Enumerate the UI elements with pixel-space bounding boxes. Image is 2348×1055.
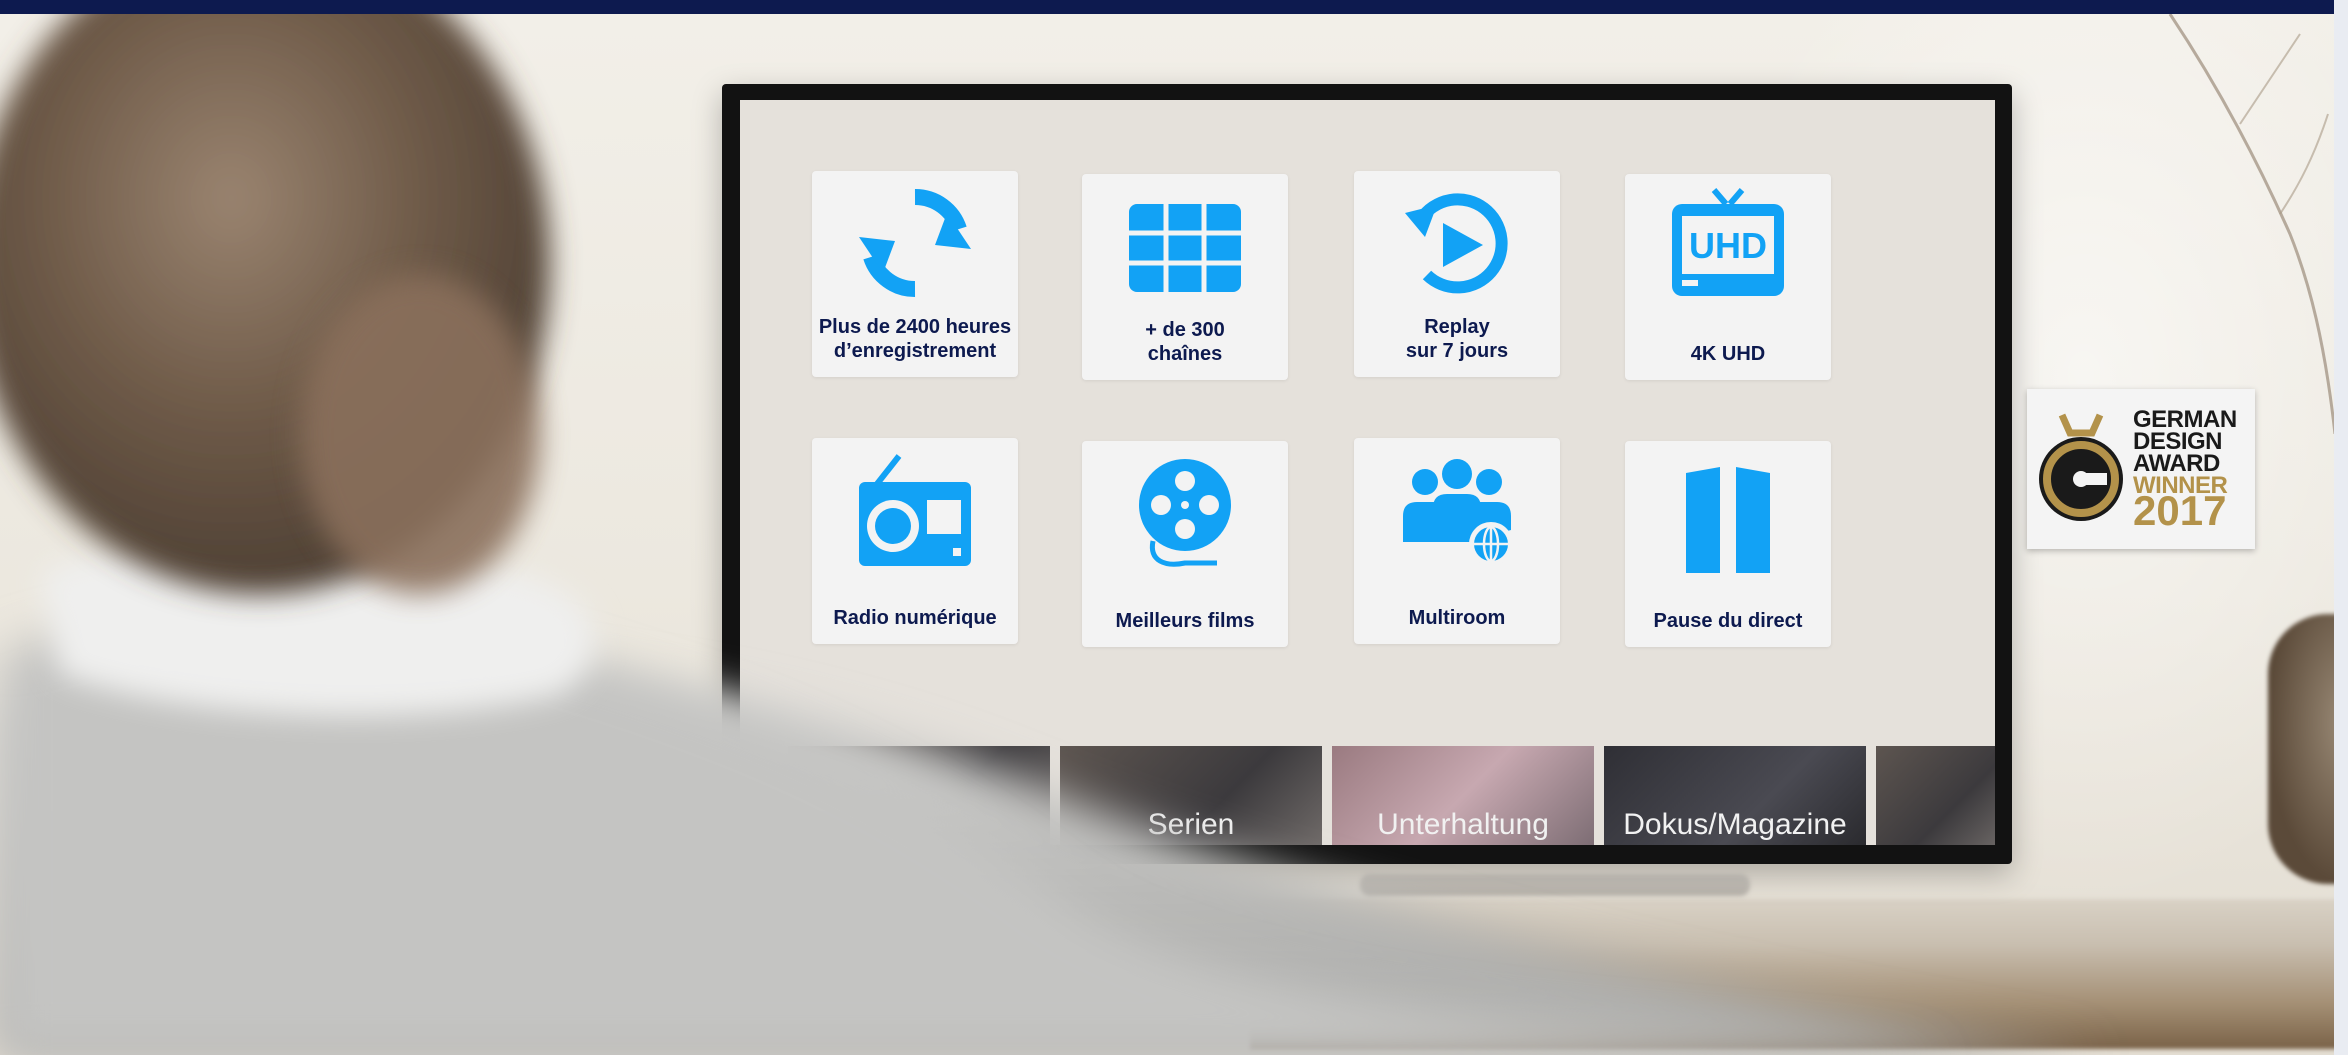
- feature-label: Meilleurs films: [1115, 610, 1255, 632]
- television: Plus de 2400 heures d’enregistrement + d…: [722, 84, 2012, 864]
- feature-tile-replay: Replay sur 7 jours: [1354, 171, 1560, 377]
- feature-tile-multiroom: Multiroom: [1354, 438, 1560, 644]
- german-design-award-badge: GERMAN DESIGN AWARD WINNER 2017: [2027, 389, 2255, 549]
- living-room-scene: Plus de 2400 heures d’enregistrement + d…: [0, 14, 2334, 1055]
- feature-tile-channels: + de 300 chaînes: [1082, 174, 1288, 380]
- category-thumb: [788, 746, 1050, 845]
- replay-play-icon: [1405, 193, 1508, 294]
- feature-tile-radio: Radio numérique: [812, 438, 1018, 644]
- feature-label: Multiroom: [1408, 607, 1506, 629]
- feature-tile-recording: Plus de 2400 heures d’enregistrement: [812, 171, 1018, 377]
- feature-tile-pause: Pause du direct: [1625, 441, 1831, 647]
- award-seal-icon: [2039, 413, 2123, 521]
- feature-label: Plus de 2400 heures d’enregistrement: [818, 316, 1012, 362]
- top-accent-bar: [0, 0, 2348, 14]
- award-year: 2017: [2133, 487, 2227, 534]
- feature-tile-movies: Meilleurs films: [1082, 441, 1288, 647]
- feature-tile-uhd: UHD 4K UHD: [1625, 174, 1831, 380]
- category-thumb: Dokus/Magazine: [1604, 746, 1866, 845]
- feature-label: Replay sur 7 jours: [1405, 316, 1509, 362]
- feature-label: Pause du direct: [1653, 610, 1803, 632]
- tv-shelf: [1250, 899, 2334, 1049]
- category-strip: Serien Unterhaltung Dokus/Magazine: [788, 746, 1995, 845]
- recording-cycle-icon: [859, 188, 971, 298]
- category-label: Serien: [1147, 808, 1235, 841]
- category-thumb: [1876, 746, 1995, 845]
- award-text: GERMAN DESIGN AWARD WINNER: [2133, 408, 2237, 498]
- multiroom-users-icon: [1403, 459, 1513, 566]
- right-edge-strip: [2334, 0, 2348, 1055]
- category-thumb: Serien: [1060, 746, 1322, 845]
- decorative-branches: [2168, 14, 2334, 434]
- film-reel-icon: [1139, 459, 1231, 567]
- pause-icon: [1686, 467, 1770, 573]
- uhd-tv-icon: UHD: [1672, 188, 1784, 296]
- category-label: Dokus/Magazine: [1623, 808, 1847, 841]
- feature-label: + de 300 chaînes: [1145, 319, 1225, 365]
- tv-stand: [1360, 874, 1750, 896]
- tv-screen: Plus de 2400 heures d’enregistrement + d…: [740, 100, 1995, 845]
- category-label: Unterhaltung: [1377, 808, 1549, 841]
- channel-grid-icon: [1129, 204, 1241, 292]
- feature-label: 4K UHD: [1690, 343, 1766, 365]
- vase: [2268, 614, 2334, 884]
- feature-label: Radio numérique: [833, 607, 997, 629]
- radio-icon: [859, 454, 971, 566]
- category-thumb: Unterhaltung: [1332, 746, 1594, 845]
- svg-text:UHD: UHD: [1689, 225, 1767, 266]
